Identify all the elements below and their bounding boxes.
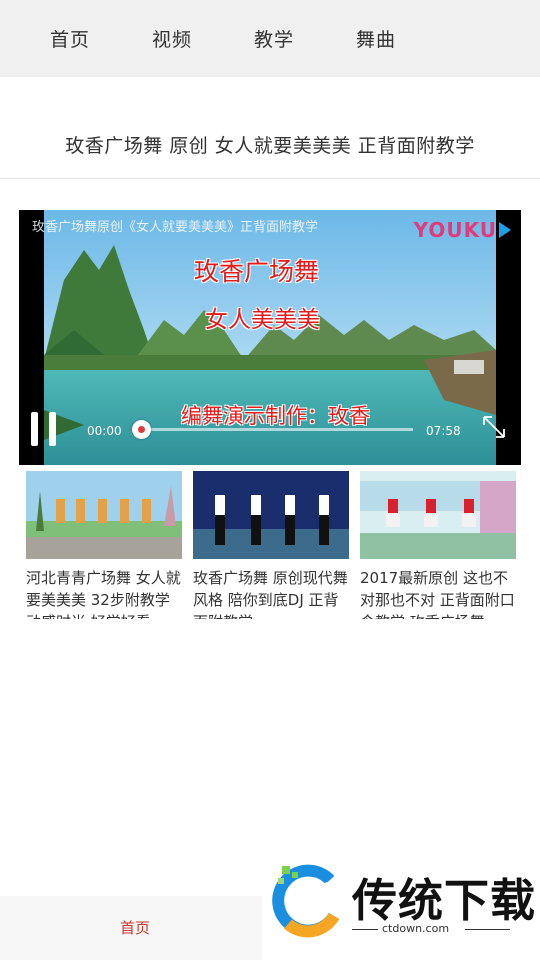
youku-logo: YOUKU [414, 218, 511, 242]
video-thumbnail [360, 471, 516, 559]
related-video-card[interactable]: 河北青青广场舞 女人就要美美美 32步附教学 动感时尚 好学好看 [26, 471, 182, 619]
pause-bar-left [31, 412, 38, 446]
tab-video[interactable]: 视频 [152, 25, 192, 52]
related-video-card[interactable]: 玫香广场舞 原创现代舞风格 陪你到底DJ 正背面附教学 [193, 471, 349, 619]
related-videos: 河北青青广场舞 女人就要美美美 32步附教学 动感时尚 好学好看 玫 [0, 471, 540, 619]
watermark-brand: 传统下载 [352, 874, 537, 927]
watermark-logo-icon [272, 864, 340, 938]
total-time: 07:58 [426, 424, 461, 438]
title-area: 玫香广场舞 原创 女人就要美美美 正背面附教学 [0, 77, 540, 179]
progress-bar[interactable] [132, 420, 413, 439]
related-video-title: 玫香广场舞 原创现代舞风格 陪你到底DJ 正背面附教学 [193, 569, 348, 619]
progress-knob[interactable] [132, 420, 151, 439]
video-thumbnail [26, 471, 182, 559]
overlay-subtitle: 女人美美美 [205, 307, 320, 333]
tab-music[interactable]: 舞曲 [356, 25, 396, 52]
tab-teaching[interactable]: 教学 [254, 25, 294, 52]
watermark-url: ctdown.com [382, 922, 450, 935]
player-caption: 玫香广场舞原创《女人就要美美美》正背面附教学 [32, 220, 319, 235]
watermark-divider [465, 929, 510, 930]
video-thumbnail [193, 471, 349, 559]
related-video-title: 河北青青广场舞 女人就要美美美 32步附教学 动感时尚 好学好看 [26, 569, 181, 619]
current-time: 00:00 [87, 424, 122, 438]
related-video-title: 2017最新原创 这也不对那也不对 正背面附口令教学 玫香广场舞 [360, 569, 515, 619]
watermark-divider [352, 929, 378, 930]
tab-home[interactable]: 首页 [50, 25, 90, 52]
video-title: 玫香广场舞 原创 女人就要美美美 正背面附教学 [65, 135, 475, 157]
pause-button[interactable] [31, 412, 57, 446]
video-player[interactable]: 玫香广场舞原创《女人就要美美美》正背面附教学 YOUKU 玫香广场舞 女人美美美… [19, 210, 521, 465]
app-page: 首页 视频 教学 舞曲 玫香广场舞 原创 女人就要美美美 正背面附教学 玫香广场… [0, 0, 540, 960]
youku-logo-text: YOUKU [413, 218, 497, 242]
pause-bar-right [49, 412, 56, 446]
overlay-title: 玫香广场舞 [194, 257, 320, 286]
watermark: 传统下载 ctdown.com [262, 856, 540, 960]
bottom-tab-home[interactable]: 首页 [0, 896, 270, 960]
top-nav: 首页 视频 教学 舞曲 [0, 0, 540, 77]
youku-play-icon [499, 222, 511, 238]
related-video-card[interactable]: 2017最新原创 这也不对那也不对 正背面附口令教学 玫香广场舞 [360, 471, 516, 619]
fullscreen-icon[interactable] [481, 414, 507, 440]
overlay-credit: 编舞演示制作：玫香 [181, 404, 370, 428]
